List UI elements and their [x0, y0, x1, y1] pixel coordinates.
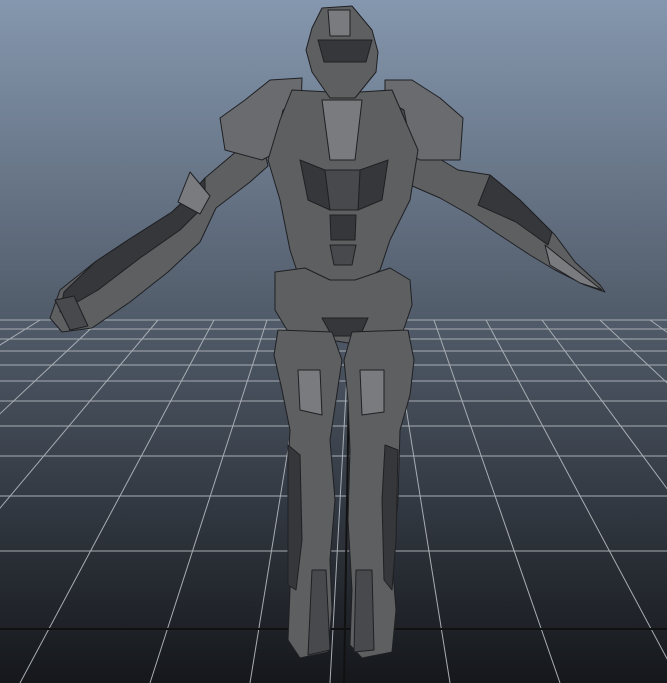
3d-viewport[interactable]	[0, 0, 667, 683]
viewport-canvas[interactable]	[0, 0, 667, 683]
